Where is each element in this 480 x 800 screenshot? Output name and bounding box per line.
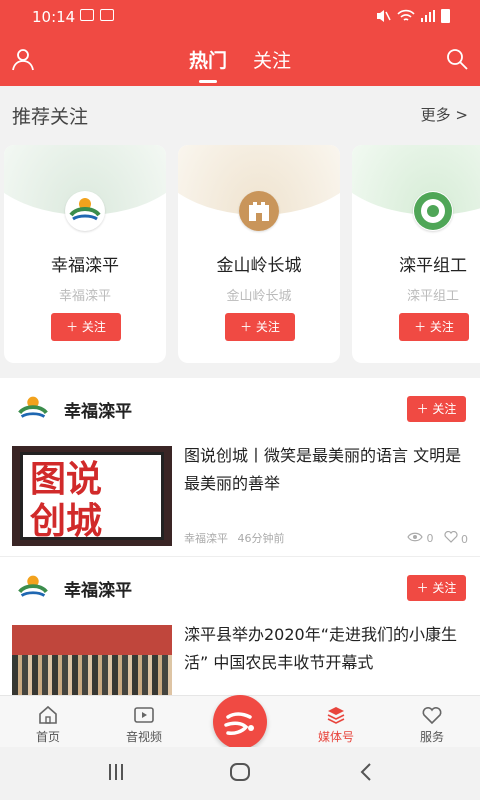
view-count: 0 [407, 532, 434, 545]
status-system-icons [375, 9, 450, 23]
follow-label: 关注 [255, 320, 280, 334]
follow-button[interactable]: ＋ 关注 [407, 575, 466, 601]
status-time: 10:14 [32, 8, 76, 26]
nav-service[interactable]: 服务 [384, 696, 480, 748]
signal-icon [421, 10, 435, 22]
channel-logo-icon [65, 191, 105, 231]
feed-post[interactable]: 幸福滦平 ＋ 关注 滦平县举办2020年“走进我们的小康生活” 中国农民丰收节开… [0, 557, 480, 695]
feed-post[interactable]: 幸福滦平 ＋ 关注 图说 创城 图说创城丨微笑是最美丽的语言 文明是最美丽的善举… [0, 378, 480, 557]
recommend-cards: 幸福滦平 幸福滦平 ＋ 关注 金山岭长城 金山岭长城 ＋ 关注 滦平组工 滦平组… [4, 145, 480, 363]
post-title[interactable]: 滦平县举办2020年“走进我们的小康生活” 中国农民丰收节开幕式 [184, 621, 468, 677]
plus-icon: ＋ [416, 402, 433, 416]
organization-logo-icon [413, 191, 453, 231]
nav-media[interactable]: 媒体号 [288, 696, 384, 748]
post-body: 图说 创城 图说创城丨微笑是最美丽的语言 文明是最美丽的善举 幸福滦平 46分钟… [0, 436, 480, 556]
post-title[interactable]: 图说创城丨微笑是最美丽的语言 文明是最美丽的善举 [184, 442, 468, 498]
mute-icon [377, 10, 391, 22]
recommend-card[interactable]: 金山岭长城 金山岭长城 ＋ 关注 [178, 145, 340, 363]
follow-button[interactable]: ＋ 关注 [225, 313, 295, 341]
plus-icon: ＋ [416, 581, 433, 595]
post-body: 滦平县举办2020年“走进我们的小康生活” 中国农民丰收节开幕式 [0, 615, 480, 695]
recommend-card[interactable]: 幸福滦平 幸福滦平 ＋ 关注 [4, 145, 166, 363]
post-header: 幸福滦平 ＋ 关注 [0, 378, 480, 436]
plus-icon: ＋ [240, 320, 256, 334]
author-avatar[interactable] [14, 390, 52, 428]
channel-subtitle: 滦平组工 [406, 289, 459, 304]
nav-video-label: 音视频 [125, 730, 162, 744]
channel-name: 滦平组工 [399, 256, 467, 276]
post-source: 幸福滦平 [184, 532, 228, 545]
channel-name: 幸福滦平 [51, 256, 119, 276]
nav-home-label: 首页 [35, 730, 60, 744]
author-avatar[interactable] [14, 569, 52, 607]
author-name[interactable]: 幸福滦平 [64, 397, 132, 422]
follow-label: 关注 [81, 320, 106, 334]
post-thumbnail[interactable]: 图说 创城 [12, 446, 172, 546]
nav-home[interactable]: 首页 [0, 696, 96, 748]
app-logo-icon [224, 712, 254, 735]
view-count-value: 0 [426, 532, 434, 545]
more-link[interactable]: 更多 > [421, 104, 468, 125]
post-header: 幸福滦平 ＋ 关注 [0, 557, 480, 615]
top-tabs: 热门 关注 [0, 46, 480, 83]
nav-service-label: 服务 [419, 730, 444, 744]
system-nav-bar [0, 747, 480, 800]
tab-following[interactable]: 关注 [253, 46, 291, 83]
gallery-notification-icon [80, 9, 94, 21]
top-bar: 10:14 热门 关注 [0, 0, 480, 86]
great-wall-logo-icon [239, 191, 279, 231]
follow-button[interactable]: ＋ 关注 [407, 396, 466, 422]
follow-label: 关注 [429, 320, 454, 334]
post-thumbnail[interactable] [12, 625, 172, 695]
media-icon [327, 707, 345, 724]
plus-icon: ＋ [414, 320, 430, 334]
search-icon[interactable] [444, 46, 470, 72]
home-button-icon[interactable] [229, 762, 251, 782]
follow-label: 关注 [432, 402, 457, 416]
thumbnail-text-line: 创城 [30, 500, 103, 542]
author-name[interactable]: 幸福滦平 [64, 576, 132, 601]
service-icon [422, 706, 442, 725]
like-count-value: 0 [461, 533, 468, 546]
tab-hot[interactable]: 热门 [189, 46, 227, 83]
follow-button[interactable]: ＋ 关注 [51, 313, 121, 341]
recommend-title: 推荐关注 [12, 106, 89, 128]
recent-apps-icon[interactable] [106, 763, 126, 781]
home-icon [39, 705, 57, 724]
follow-label: 关注 [432, 581, 457, 595]
post-time: 46分钟前 [237, 532, 285, 545]
channel-subtitle: 幸福滦平 [58, 289, 111, 304]
battery-icon [441, 9, 450, 23]
plus-icon: ＋ [66, 320, 82, 334]
channel-name: 金山岭长城 [216, 256, 302, 276]
back-icon[interactable] [358, 762, 374, 782]
follow-button[interactable]: ＋ 关注 [399, 313, 469, 341]
status-bar: 10:14 [0, 0, 480, 34]
status-notification-icons [80, 9, 114, 21]
feed-list: 幸福滦平 ＋ 关注 图说 创城 图说创城丨微笑是最美丽的语言 文明是最美丽的善举… [0, 378, 480, 695]
recommend-header: 推荐关注 更多 > [0, 86, 480, 142]
post-stats: 0 0 [407, 530, 468, 546]
thumbnail-text-line: 图说 [30, 458, 103, 500]
nav-media-label: 媒体号 [317, 730, 354, 744]
like-count[interactable]: 0 [443, 530, 468, 546]
recommend-card[interactable]: 滦平组工 滦平组工 ＋ 关注 [352, 145, 480, 363]
center-logo-button[interactable] [213, 695, 267, 749]
nav-video[interactable]: 音视频 [96, 696, 192, 748]
app-notification-icon [100, 9, 114, 21]
channel-subtitle: 金山岭长城 [226, 289, 292, 304]
video-icon [134, 707, 154, 723]
wifi-icon [397, 9, 415, 21]
post-meta: 幸福滦平 46分钟前 [184, 530, 291, 546]
eye-icon [407, 532, 423, 542]
app-header: 热门 关注 [0, 34, 480, 86]
heart-icon [443, 530, 458, 543]
